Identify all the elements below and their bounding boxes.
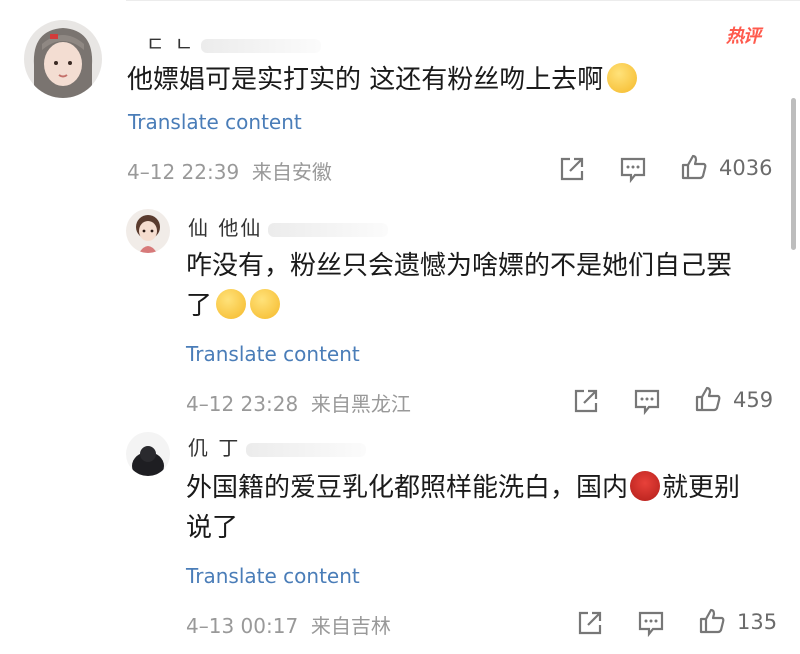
share-icon[interactable] <box>576 609 604 637</box>
username[interactable]: 仉 丁 <box>188 432 367 461</box>
laugh-cry-emoji <box>216 289 247 319</box>
like-count: 135 <box>737 610 778 634</box>
timestamp: 4–13 00:17 <box>186 614 299 638</box>
like-icon[interactable] <box>694 385 722 413</box>
comment-icon[interactable] <box>637 609 665 637</box>
location: 来自安徽 <box>251 160 332 184</box>
username[interactable]: 仙 他仙 <box>188 212 389 241</box>
blurred-name <box>201 38 322 53</box>
location: 来自吉林 <box>310 614 391 638</box>
comment-thread: ㄷ ㄴ 热评 他嫖娼可是实打实的 这还有粉丝吻上去啊 Translate con… <box>0 0 800 654</box>
comment-text: 咋没有，粉丝只会遗憾为啥嫖的不是她们自己罢 了 <box>186 251 733 321</box>
laugh-cry-emoji <box>250 289 281 319</box>
username[interactable]: ㄷ ㄴ <box>146 28 322 57</box>
blurred-name <box>246 442 367 457</box>
comment-icon[interactable] <box>619 155 647 183</box>
like-count: 4036 <box>719 156 773 180</box>
divider <box>126 0 800 1</box>
sweat-smile-emoji <box>607 63 638 93</box>
comment-text: 外国籍的爱豆乳化都照样能洗白，国内 就更别 说了 <box>186 471 741 543</box>
like-icon[interactable] <box>680 153 708 181</box>
avatar[interactable] <box>126 209 170 253</box>
hot-comment-badge: 热评 <box>726 26 761 47</box>
share-icon[interactable] <box>572 387 600 415</box>
translate-link[interactable]: Translate content <box>186 564 360 588</box>
translate-link[interactable]: Translate content <box>128 110 302 134</box>
scrollbar[interactable] <box>791 98 796 250</box>
comment-text: 他嫖娼可是实打实的 这还有粉丝吻上去啊 <box>127 60 638 100</box>
blurred-name <box>268 222 389 237</box>
timestamp: 4–12 23:28 <box>186 392 299 416</box>
comment-meta: 4–12 23:28 来自黑龙江 <box>186 388 411 417</box>
avatar[interactable] <box>126 432 170 476</box>
comment-icon[interactable] <box>633 387 661 415</box>
comment-meta: 4–12 22:39 来自安徽 <box>127 156 332 185</box>
avatar[interactable] <box>24 20 102 98</box>
ladybug-emoji <box>630 471 661 501</box>
comment-meta: 4–13 00:17 来自吉林 <box>186 610 391 639</box>
like-icon[interactable] <box>698 607 726 635</box>
timestamp: 4–12 22:39 <box>127 160 240 184</box>
translate-link[interactable]: Translate content <box>186 342 360 366</box>
location: 来自黑龙江 <box>310 392 411 416</box>
share-icon[interactable] <box>558 155 586 183</box>
like-count: 459 <box>733 388 774 412</box>
